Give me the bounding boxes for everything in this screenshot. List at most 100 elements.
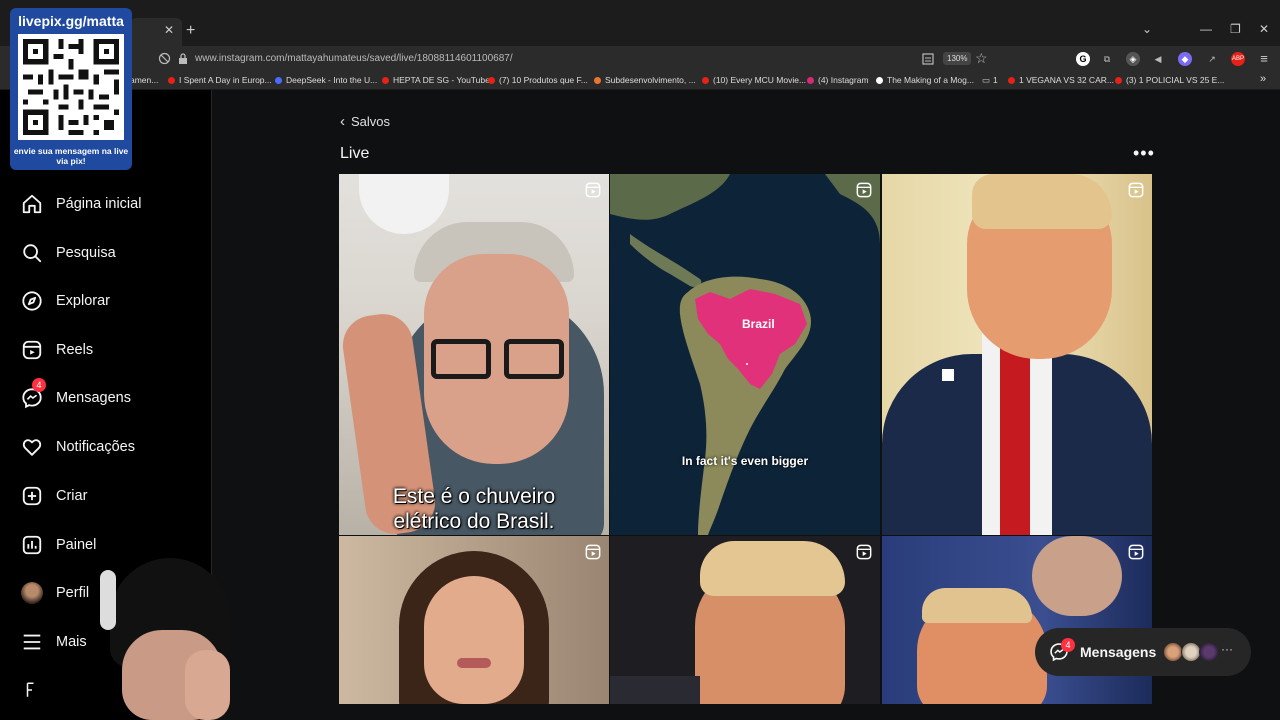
caption-line: elétrico do Brasil. (393, 510, 555, 533)
sidebar-item-more[interactable]: Mais (20, 630, 87, 654)
saved-reel-tile[interactable] (882, 536, 1152, 704)
youtube-icon (1008, 77, 1015, 84)
video-caption: In fact it's even bigger (681, 454, 809, 468)
reel-icon (856, 182, 872, 198)
bookmark-star-icon[interactable]: ☆ (975, 50, 988, 67)
sidebar-item-messages[interactable]: 4 Mensagens (20, 378, 131, 410)
reel-icon (585, 544, 601, 560)
reader-view-icon[interactable] (922, 53, 934, 65)
notification-badge: 4 (32, 378, 46, 392)
window-close-icon[interactable]: ✕ (1259, 22, 1269, 36)
app-menu-icon[interactable]: ≡ (1257, 52, 1271, 66)
reel-icon (585, 182, 601, 198)
bookmark-item[interactable]: (4) Instagram (807, 75, 869, 85)
saved-reel-tile[interactable] (882, 174, 1152, 535)
notification-badge: 4 (1061, 638, 1075, 652)
sidebar-item-search[interactable]: Pesquisa (20, 241, 116, 265)
youtube-icon (488, 77, 495, 84)
bookmark-folder[interactable]: ▭ 1 (982, 75, 998, 86)
south-america-map (610, 174, 880, 535)
sidebar-item-label: Criar (56, 488, 88, 504)
shield-icon[interactable]: ◈ (1126, 52, 1140, 66)
saved-reel-tile[interactable] (610, 536, 880, 704)
new-tab-icon[interactable]: + (186, 22, 195, 40)
bookmark-item[interactable]: (7) 10 Produtos que F... (488, 75, 588, 85)
avatar (1181, 642, 1201, 662)
bookmark-item[interactable]: 1 VEGANA VS 32 CAR... (1008, 75, 1114, 85)
url-text[interactable]: www.instagram.com/mattayahumateus/saved/… (195, 53, 513, 64)
avatar (1163, 642, 1183, 662)
audio-icon[interactable]: ◀ (1151, 52, 1165, 66)
bookmark-item[interactable]: (3) 1 POLICIAL VS 25 E... (1115, 75, 1224, 85)
lapel-pin (942, 369, 954, 381)
sidebar-item-reels[interactable]: Reels (20, 338, 93, 362)
messages-floating-button[interactable]: 4 Mensagens ··· (1035, 628, 1251, 676)
livepix-qr-overlay: livepix.gg/matta envie sua mensagem na l… (10, 8, 132, 170)
close-tab-icon[interactable]: ✕ (164, 23, 174, 37)
search-icon (20, 241, 44, 265)
extensions-icon[interactable]: ⧉ (1100, 52, 1114, 66)
extension-arrow-icon[interactable]: ↗ (1205, 52, 1219, 66)
hair (700, 541, 845, 596)
bookmarks-overflow-icon[interactable]: » (1260, 73, 1266, 85)
bookmark-item[interactable]: The Making of a Mog... (876, 75, 974, 85)
extension-purple-icon[interactable]: ◆ (1178, 52, 1192, 66)
sidebar-item-explore[interactable]: Explorar (20, 289, 110, 313)
deepseek-icon (275, 77, 282, 84)
tab-list-icon[interactable]: ⌄ (1142, 22, 1152, 36)
messages-label: Mensagens (1080, 644, 1157, 660)
sidebar-item-home[interactable]: Página inicial (20, 192, 141, 216)
saved-reel-tile[interactable] (339, 536, 609, 704)
back-to-saved-link[interactable]: ‹ Salvos (340, 113, 390, 130)
menu-icon (20, 630, 44, 654)
chart-icon (20, 533, 44, 557)
saved-reel-tile[interactable]: Este é o chuveiro elétrico do Brasil. (339, 174, 609, 535)
sidebar-item-dashboard[interactable]: Painel (20, 533, 96, 557)
site-icon (876, 77, 883, 84)
shoulder (610, 676, 700, 704)
bookmark-item[interactable]: (10) Every MCU Movie... (702, 75, 806, 85)
bookmark-item[interactable]: Subdesenvolvimento, ... (594, 75, 696, 85)
lock-icon[interactable] (178, 53, 188, 65)
youtube-icon (168, 77, 175, 84)
back-label: Salvos (351, 114, 391, 129)
adblock-icon[interactable]: ABP (1231, 52, 1245, 66)
tracking-protection-icon[interactable] (158, 52, 171, 65)
compass-icon (20, 289, 44, 313)
sidebar-item-notifications[interactable]: Notificações (20, 435, 135, 459)
bookmark-item[interactable]: I Spent A Day in Europ... (168, 75, 272, 85)
lips (457, 658, 491, 668)
red-tie (1000, 334, 1030, 535)
sidebar-item-create[interactable]: Criar (20, 484, 87, 508)
bookmark-item[interactable]: HEPTA DE SG - YouTube (382, 75, 490, 85)
streamer-webcam (90, 550, 240, 720)
youtube-icon (382, 77, 389, 84)
sidebar-item-label: Página inicial (56, 196, 142, 212)
sidebar-item-profile[interactable]: Perfil (20, 581, 89, 605)
minimize-icon[interactable]: — (1200, 22, 1212, 36)
threads-icon (20, 678, 44, 702)
collection-title: Live (340, 145, 370, 162)
site-icon (594, 77, 601, 84)
sidebar-item-label: Reels (56, 342, 94, 358)
reels-icon (20, 338, 44, 362)
chevron-left-icon: ‹ (340, 113, 345, 130)
hair (972, 174, 1112, 229)
zoom-level[interactable]: 130% (943, 52, 972, 65)
restore-icon[interactable]: ❐ (1230, 22, 1241, 36)
browser-tab[interactable]: ✕ (130, 18, 182, 46)
youtube-icon (1115, 77, 1122, 84)
qr-code-image (18, 34, 124, 140)
messenger-icon: 4 (20, 378, 46, 410)
bookmark-item[interactable]: DeepSeek - Into the U... (275, 75, 377, 85)
sidebar-item-also-from-meta[interactable] (20, 678, 56, 702)
saved-reel-tile[interactable]: Brazil In fact it's even bigger (610, 174, 880, 535)
more-options-icon[interactable]: ••• (1133, 143, 1155, 164)
extension-g-icon[interactable]: G (1076, 52, 1090, 66)
reel-icon (856, 544, 872, 560)
video-caption: Este é o chuveiro elétrico do Brasil. (339, 484, 609, 534)
bookmark-item[interactable]: amen... (130, 75, 158, 85)
youtube-icon (702, 77, 709, 84)
plus-square-icon (20, 484, 44, 508)
sidebar-item-label: Notificações (56, 439, 135, 455)
